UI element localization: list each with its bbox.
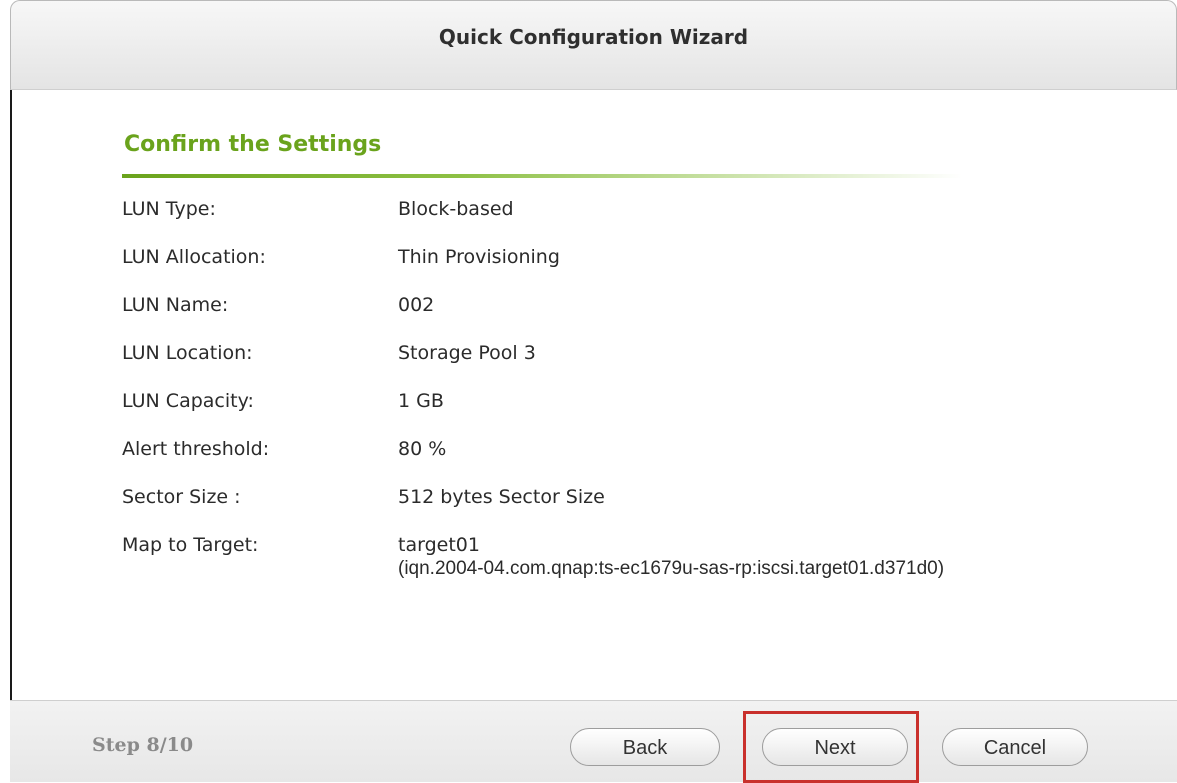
target-name: target01 — [398, 534, 480, 556]
section-title: Confirm the Settings — [124, 132, 382, 157]
setting-row-lun-location: LUN Location: Storage Pool 3 — [122, 334, 1172, 382]
setting-row-lun-name: LUN Name: 002 — [122, 286, 1172, 334]
setting-value: 002 — [398, 294, 435, 316]
setting-label: Alert threshold: — [122, 438, 270, 460]
setting-label: Sector Size : — [122, 486, 241, 508]
setting-label: LUN Name: — [122, 294, 229, 316]
title-bar: Quick Configuration Wizard — [10, 0, 1177, 90]
setting-value: Storage Pool 3 — [398, 342, 536, 364]
settings-list: LUN Type: Block-based LUN Allocation: Th… — [122, 190, 1172, 598]
setting-label: Map to Target: — [122, 534, 259, 556]
wizard-content: Confirm the Settings LUN Type: Block-bas… — [12, 90, 1177, 700]
setting-value: target01 (iqn.2004-04.com.qnap:ts-ec1679… — [398, 534, 944, 580]
setting-label: LUN Capacity: — [122, 390, 254, 412]
setting-label: LUN Type: — [122, 198, 216, 220]
setting-value: 80 % — [398, 438, 447, 460]
setting-label: LUN Allocation: — [122, 246, 266, 268]
setting-value: 1 GB — [398, 390, 444, 412]
setting-value: Thin Provisioning — [398, 246, 560, 268]
setting-value: 512 bytes Sector Size — [398, 486, 605, 508]
setting-value: Block-based — [398, 198, 514, 220]
setting-row-alert-threshold: Alert threshold: 80 % — [122, 430, 1172, 478]
section-divider — [122, 174, 962, 178]
setting-row-lun-allocation: LUN Allocation: Thin Provisioning — [122, 238, 1172, 286]
setting-row-map-to-target: Map to Target: target01 (iqn.2004-04.com… — [122, 526, 1172, 598]
setting-label: LUN Location: — [122, 342, 253, 364]
wizard-window: Quick Configuration Wizard Confirm the S… — [0, 0, 1177, 783]
setting-row-sector-size: Sector Size : 512 bytes Sector Size — [122, 478, 1172, 526]
setting-row-lun-type: LUN Type: Block-based — [122, 190, 1172, 238]
next-button[interactable]: Next — [762, 728, 908, 766]
wizard-footer: Step 8/10 Back Next Cancel — [10, 700, 1177, 783]
target-iqn: (iqn.2004-04.com.qnap:ts-ec1679u-sas-rp:… — [398, 558, 945, 579]
setting-row-lun-capacity: LUN Capacity: 1 GB — [122, 382, 1172, 430]
back-button[interactable]: Back — [570, 728, 720, 766]
step-indicator: Step 8/10 — [92, 734, 194, 756]
window-left-edge — [0, 90, 12, 782]
cancel-button[interactable]: Cancel — [942, 728, 1088, 766]
window-title: Quick Configuration Wizard — [438, 25, 749, 49]
